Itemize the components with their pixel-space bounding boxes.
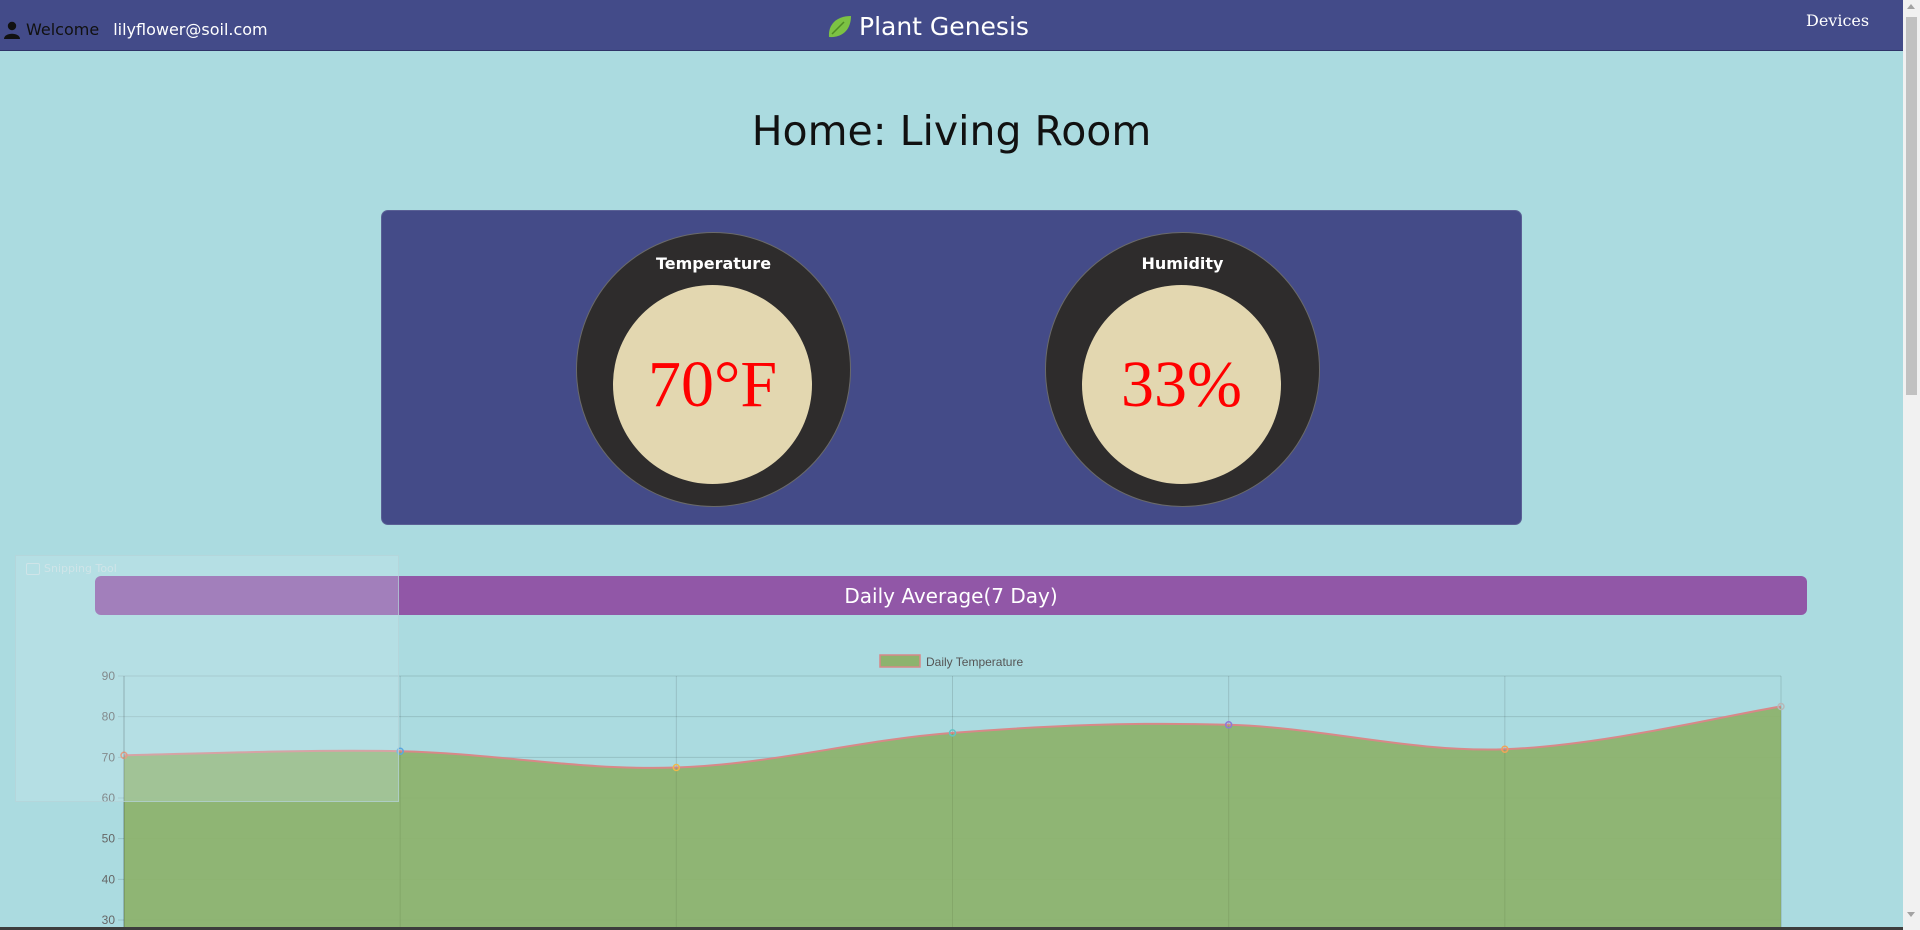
devices-nav-link[interactable]: Devices: [1806, 11, 1869, 30]
top-nav-bar: Welcome lilyflower@soil.com Plant Genesi…: [0, 0, 1903, 51]
humidity-gauge: Humidity 33%: [1045, 232, 1320, 507]
snipping-tool-title: Snipping Tool: [44, 562, 117, 575]
temperature-gauge: Temperature 70°F: [576, 232, 851, 507]
scrollbar-thumb[interactable]: [1906, 17, 1917, 395]
y-tick-label: 30: [102, 913, 116, 927]
leaf-icon: [828, 16, 851, 38]
brand-logo[interactable]: Plant Genesis: [826, 12, 1029, 41]
y-tick-label: 40: [102, 872, 116, 886]
welcome-label: Welcome: [26, 20, 100, 39]
legend-swatch: [879, 654, 921, 668]
temperature-gauge-face: 70°F: [613, 285, 812, 484]
scissors-icon: [26, 563, 40, 575]
humidity-value: 33%: [1121, 347, 1242, 421]
humidity-gauge-face: 33%: [1082, 285, 1281, 484]
temperature-value: 70°F: [647, 347, 778, 421]
vertical-scrollbar[interactable]: [1903, 0, 1920, 930]
page-title: Home: Living Room: [751, 107, 1152, 155]
scroll-up-arrow-icon[interactable]: [1907, 4, 1915, 9]
snipping-tool-overlay[interactable]: Snipping Tool: [15, 555, 399, 802]
gauge-panel: Temperature 70°F Humidity 33%: [381, 210, 1522, 525]
scroll-down-arrow-icon[interactable]: [1907, 912, 1915, 917]
temperature-label: Temperature: [655, 254, 772, 273]
user-email: lilyflower@soil.com: [113, 20, 268, 39]
y-tick-label: 50: [102, 832, 116, 846]
welcome-area: Welcome lilyflower@soil.com: [4, 20, 268, 39]
humidity-label: Humidity: [1141, 254, 1224, 273]
legend-label: Daily Temperature: [926, 655, 1023, 669]
brand-name: Plant Genesis: [859, 12, 1029, 41]
user-icon: [4, 21, 20, 39]
